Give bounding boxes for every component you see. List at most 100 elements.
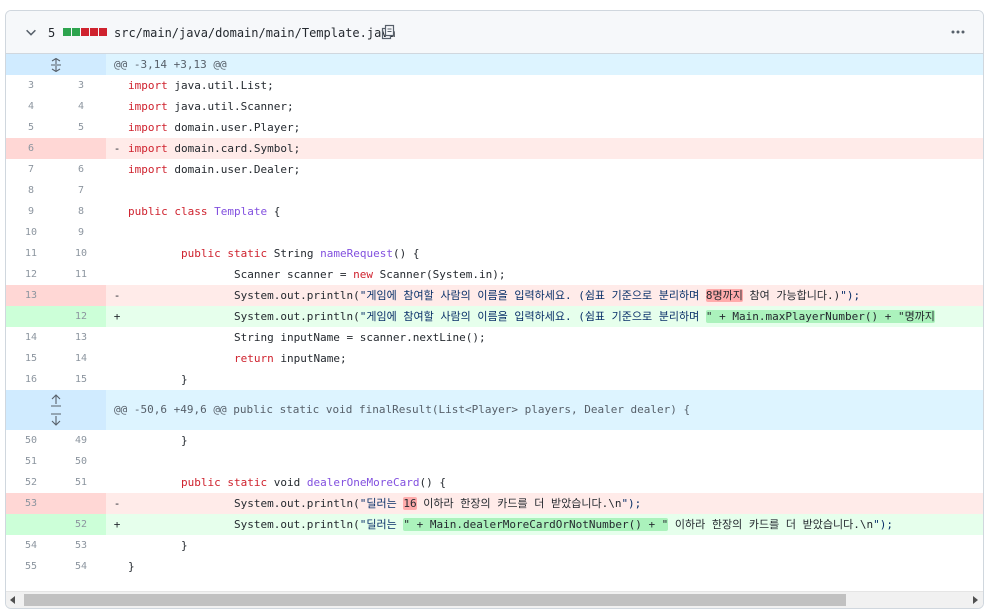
deleted-line-row: 6 - import domain.card.Symbol; <box>6 138 983 159</box>
diff-table: @@ -3,14 +3,13 @@ 33import java.util.Lis… <box>6 54 983 591</box>
code-line: } <box>128 539 188 552</box>
context-line-row: 87 <box>6 180 983 201</box>
keyword-token: return <box>233 352 274 365</box>
old-line-number[interactable]: 7 <box>6 159 56 180</box>
kebab-horizontal-icon[interactable] <box>949 24 967 40</box>
diff-marker <box>106 556 128 577</box>
string-token: "게임에 참여할 사람의 이름을 입력하세요. (쉼표 기준으로 분리하며 <box>359 310 706 323</box>
new-line-number[interactable]: 49 <box>56 430 106 451</box>
old-line-number[interactable]: 55 <box>6 556 56 577</box>
keyword-token: import <box>128 79 168 92</box>
new-line-number[interactable]: 3 <box>56 75 106 96</box>
code-segment: 이하라 한장의 카드를 더 받았습니다.\n"); <box>668 518 893 531</box>
new-line-number[interactable]: 15 <box>56 369 106 390</box>
new-line-number[interactable] <box>56 138 106 159</box>
diffstat-block-deleted <box>81 28 89 36</box>
new-line-number[interactable] <box>56 493 106 514</box>
new-line-number[interactable]: 13 <box>56 327 106 348</box>
expand-down-icon[interactable] <box>48 412 64 426</box>
code-segment: 참여 가능합니다.)"); <box>742 289 861 302</box>
new-line-number[interactable]: 6 <box>56 159 106 180</box>
old-line-number[interactable]: 14 <box>6 327 56 348</box>
change-count: 5 <box>48 26 56 40</box>
old-line-number[interactable]: 16 <box>6 369 56 390</box>
string-token: "딜러는 <box>359 518 404 531</box>
string-token: "게임에 참여할 사람의 이름을 입력하세요. (쉼표 기준으로 분리하며 <box>359 289 706 302</box>
new-line-number[interactable]: 52 <box>56 514 106 535</box>
chevron-down-icon[interactable] <box>24 25 38 39</box>
new-line-number[interactable]: 8 <box>56 201 106 222</box>
old-line-number[interactable]: 6 <box>6 138 56 159</box>
diff-marker: + <box>113 518 121 531</box>
code-line: System.out.println("딜러는 16 이하라 한장의 카드를 더… <box>128 493 983 514</box>
scrollbar-thumb[interactable] <box>24 594 846 606</box>
hunk-header-row: @@ -3,14 +3,13 @@ <box>6 54 983 75</box>
context-line-row: 10 9 <box>6 222 983 243</box>
context-line-row: 5 5 import domain.user.Player; <box>6 117 983 138</box>
unfold-icon[interactable] <box>48 58 64 72</box>
code-segment: System.out.println("게임에 참여할 사람의 이름을 입력하세… <box>128 289 706 302</box>
new-line-number[interactable] <box>56 285 106 306</box>
keyword-token: public <box>180 476 221 489</box>
expand-gutter[interactable] <box>6 54 106 75</box>
context-line-row: 44import java.util.Scanner; <box>6 96 983 117</box>
old-line-number[interactable]: 11 <box>6 243 56 264</box>
new-line-number[interactable]: 51 <box>56 472 106 493</box>
identifier-token: Template <box>214 205 268 218</box>
new-line-number[interactable]: 54 <box>56 556 106 577</box>
new-line-number[interactable]: 50 <box>56 451 106 472</box>
old-line-number[interactable]: 13 <box>6 285 56 306</box>
expand-gutter[interactable] <box>6 390 106 430</box>
horizontal-scrollbar[interactable] <box>6 591 983 608</box>
keyword-token: import <box>128 142 168 155</box>
old-line-number[interactable]: 15 <box>6 348 56 369</box>
diff-marker <box>106 472 128 493</box>
identifier-token: dealerOneMoreCard <box>306 476 420 489</box>
diffstat-block-added <box>72 28 80 36</box>
new-line-number[interactable]: 14 <box>56 348 106 369</box>
copy-icon[interactable] <box>380 24 396 40</box>
new-line-number[interactable]: 12 <box>56 306 106 327</box>
diffstat <box>63 28 107 36</box>
context-line-row: 5150 <box>6 451 983 472</box>
diff-marker <box>106 327 128 348</box>
new-line-number[interactable]: 5 <box>56 117 106 138</box>
old-line-number[interactable]: 5 <box>6 117 56 138</box>
diff-marker: - <box>113 142 121 155</box>
code-line: public class Template { <box>128 205 281 218</box>
new-line-number[interactable]: 10 <box>56 243 106 264</box>
code-line: import domain.user.Dealer; <box>128 163 301 176</box>
diff-marker: + <box>113 310 121 323</box>
changed-text-highlight: " + Main.maxPlayerNumber() + "명까지 <box>705 310 935 323</box>
code-line: return inputName; <box>233 352 347 365</box>
string-token: "); <box>873 518 893 531</box>
old-line-number[interactable]: 9 <box>6 201 56 222</box>
scroll-right-arrow-icon[interactable] <box>973 596 978 604</box>
context-line-row: 12 11 Scanner scanner = new Scanner(Syste… <box>6 264 983 285</box>
old-line-number[interactable]: 8 <box>6 180 56 201</box>
changed-text-highlight: 8명까지 <box>705 289 743 302</box>
scroll-left-arrow-icon[interactable] <box>10 596 15 604</box>
new-line-number[interactable]: 11 <box>56 264 106 285</box>
new-line-number[interactable]: 53 <box>56 535 106 556</box>
old-line-number[interactable] <box>6 306 56 327</box>
file-path-link[interactable]: src/main/java/domain/main/Template.java <box>114 25 396 41</box>
code-segment: 이하라 한장의 카드를 더 받았습니다.\n"); <box>416 497 642 510</box>
keyword-token: static <box>227 247 268 260</box>
expand-up-icon[interactable] <box>48 394 64 408</box>
context-line-row: 15 14 return inputName; <box>6 348 983 369</box>
file-header: 5 src/main/java/domain/main/Template.jav… <box>6 11 983 54</box>
diff-marker <box>106 180 128 201</box>
hunk-header: @@ -50,6 +49,6 @@ public static void fin… <box>114 403 691 416</box>
new-line-number[interactable]: 7 <box>56 180 106 201</box>
code-line: public static void dealerOneMoreCard() { <box>180 476 446 489</box>
diff-marker <box>106 96 128 117</box>
hunk-header: @@ -3,14 +3,13 @@ <box>114 58 227 71</box>
hunk-header-row: @@ -50,6 +49,6 @@ public static void fin… <box>6 390 983 430</box>
old-line-number[interactable]: 10 <box>6 222 56 243</box>
context-line-row: 7 6 import domain.user.Dealer; <box>6 159 983 180</box>
new-line-number[interactable]: 9 <box>56 222 106 243</box>
old-line-number[interactable]: 12 <box>6 264 56 285</box>
new-line-number[interactable]: 4 <box>56 96 106 117</box>
